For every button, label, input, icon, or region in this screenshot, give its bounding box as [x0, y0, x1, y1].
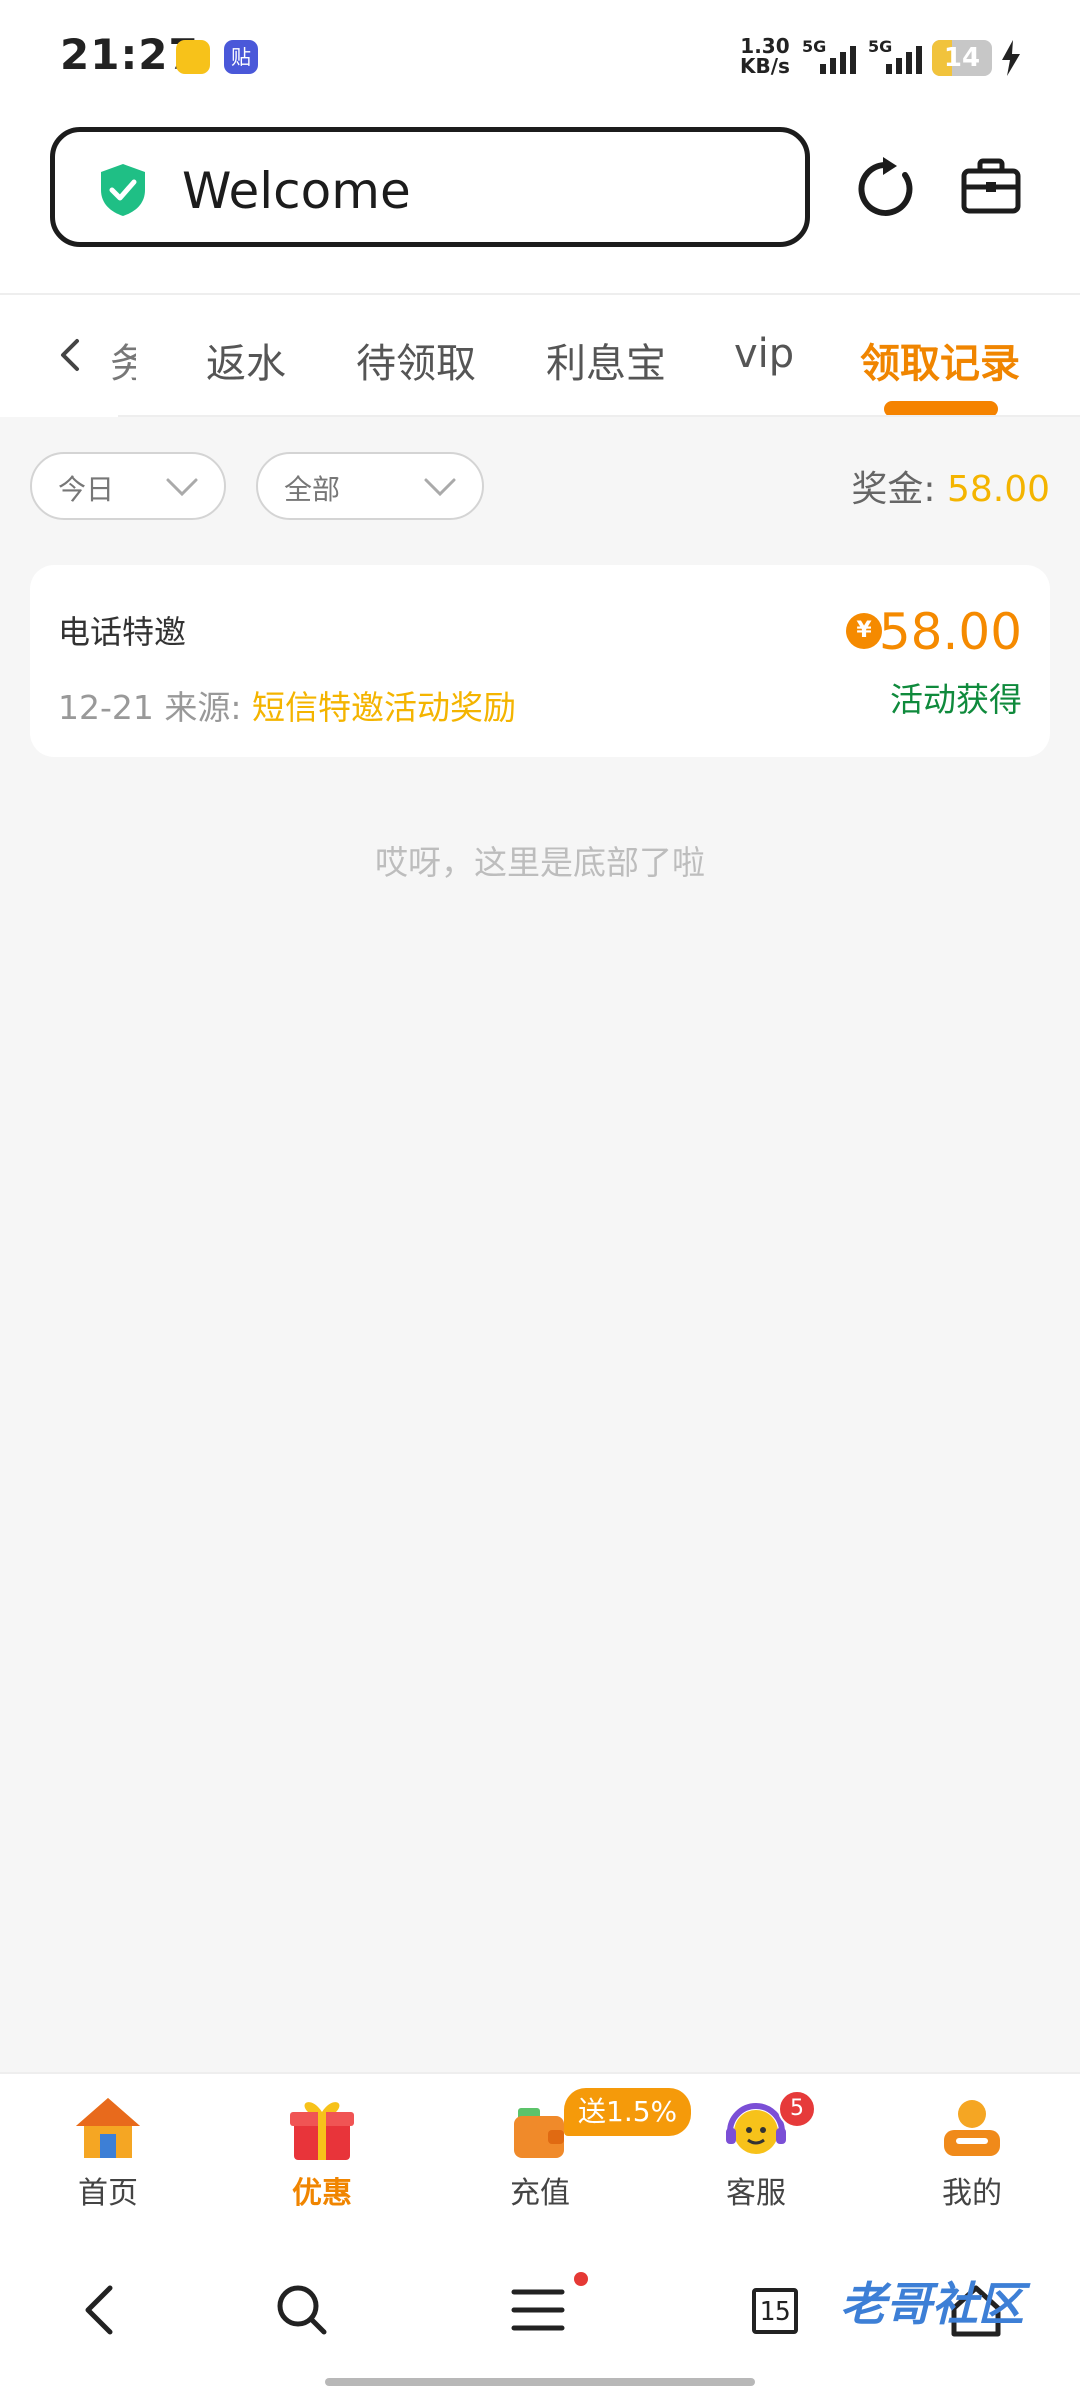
browser-navigation-bar: 15 老哥社区 [0, 2240, 1080, 2388]
nav-home-label: 首页 [78, 2176, 138, 2211]
record-card[interactable]: 电话特邀 12-21 来源: 短信特邀活动奖励 ¥ 58.00 活动获得 [30, 565, 1050, 757]
category-tabs: 务 返水 待领取 利息宝 vip 领取记录 [0, 295, 1080, 417]
record-title: 电话特邀 [58, 613, 187, 651]
recharge-promo-badge: 送1.5% [564, 2088, 692, 2136]
tab-pending[interactable]: 待领取 [356, 331, 476, 389]
date-filter-value: 今日 [58, 473, 115, 506]
briefcase-icon[interactable] [960, 157, 1022, 217]
welcome-banner[interactable]: Welcome [50, 127, 810, 247]
tab-interest[interactable]: 利息宝 [546, 331, 666, 389]
menu-notification-dot [574, 2272, 588, 2286]
user-icon [944, 2100, 1000, 2156]
support-unread-badge: 5 [778, 2090, 816, 2128]
tabs-scroll-left-icon[interactable] [55, 335, 85, 375]
record-meta: 12-21 来源: 短信特邀活动奖励 [58, 681, 516, 729]
app-notification-icon [176, 40, 210, 74]
top-header: Welcome [0, 115, 1080, 295]
gift-icon [290, 2102, 354, 2160]
chevron-down-icon [166, 478, 198, 497]
status-bar: 21:27 贴 1.30 KB/s 5G 5G 14 [0, 0, 1080, 115]
nav-home[interactable]: 首页 [38, 2094, 178, 2212]
end-of-list-text: 哎呀，这里是底部了啦 [375, 843, 705, 882]
gesture-home-bar[interactable] [325, 2378, 755, 2386]
signal-1-icon: 5G [802, 38, 856, 74]
svg-text:5G: 5G [868, 38, 892, 56]
refresh-icon[interactable] [855, 157, 919, 221]
record-source: 短信特邀活动奖励 [252, 688, 517, 727]
tab-rebate[interactable]: 返水 [206, 331, 286, 389]
nav-offers[interactable]: 优惠 [252, 2094, 392, 2212]
chevron-down-icon [424, 478, 456, 497]
search-icon[interactable] [274, 2282, 330, 2338]
type-filter-select[interactable]: 全部 [256, 452, 484, 520]
record-date: 12-21 [58, 688, 154, 727]
house-icon [76, 2098, 140, 2158]
record-source-label: 来源: [164, 688, 242, 727]
tab-partial[interactable]: 务 [110, 331, 136, 389]
tab-claim-records[interactable]: 领取记录 [860, 331, 1020, 389]
welcome-text: Welcome [182, 162, 411, 220]
tab-count-button[interactable]: 15 [752, 2288, 798, 2334]
yuan-coin-icon: ¥ [846, 613, 882, 649]
nav-profile[interactable]: 我的 [902, 2094, 1042, 2212]
signal-2-icon: 5G [868, 38, 922, 74]
bonus-value: 58.00 [946, 469, 1050, 510]
divider [118, 415, 1080, 417]
nav-support-label: 客服 [726, 2176, 786, 2211]
bonus-total: 奖金: 58.00 [851, 460, 1050, 512]
battery-indicator: 14 [932, 40, 992, 76]
shield-check-icon [101, 164, 145, 216]
svg-text:5G: 5G [802, 38, 826, 56]
tieba-notification-icon: 贴 [224, 40, 258, 74]
record-status: 活动获得 [890, 680, 1022, 719]
back-icon[interactable] [80, 2282, 120, 2338]
charging-icon [1002, 40, 1020, 76]
date-filter-select[interactable]: 今日 [30, 452, 226, 520]
tab-vip[interactable]: vip [734, 331, 794, 377]
nav-offers-label: 优惠 [292, 2176, 352, 2211]
watermark-logo: 老哥社区 [840, 2277, 1024, 2331]
network-speed: 1.30 KB/s [740, 34, 790, 78]
bonus-label: 奖金: [851, 469, 936, 510]
nav-recharge-label: 充值 [510, 2176, 570, 2211]
record-amount: 58.00 [878, 603, 1022, 661]
menu-icon[interactable] [510, 2282, 566, 2338]
bottom-navigation: 首页 优惠 充值 送1.5% 客服 5 我的 [0, 2072, 1080, 2240]
type-filter-value: 全部 [284, 473, 341, 506]
nav-profile-label: 我的 [942, 2176, 1002, 2211]
